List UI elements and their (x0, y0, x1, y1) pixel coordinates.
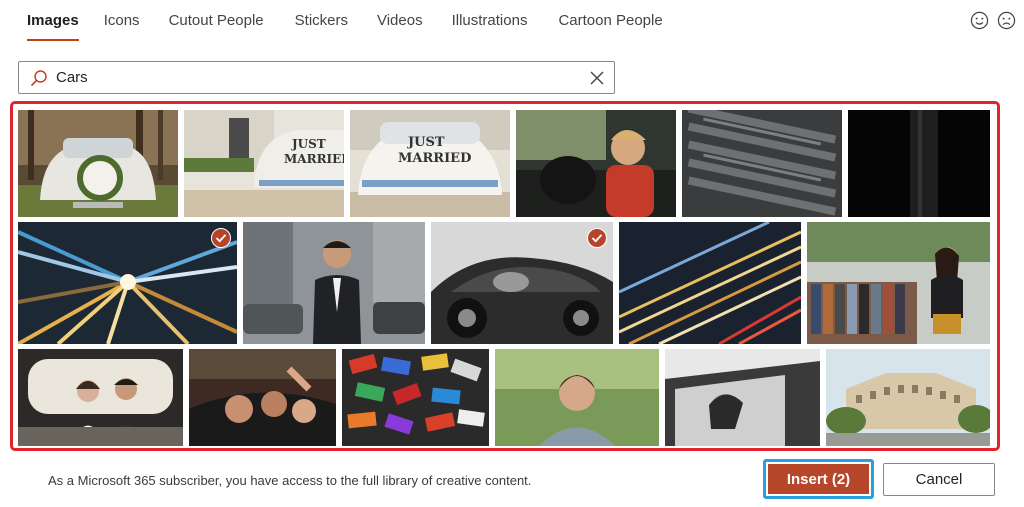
search-box (18, 61, 615, 94)
tab-icons[interactable]: Icons (95, 0, 149, 44)
tab-stickers[interactable]: Stickers (286, 0, 357, 44)
image-wedding-car-front[interactable] (18, 110, 178, 217)
image-people-in-convertible[interactable] (189, 349, 336, 446)
category-tabs: Images Icons Cutout People Stickers Vide… (18, 0, 672, 44)
svg-text:JUST: JUST (407, 135, 445, 150)
image-woman-portrait[interactable] (495, 349, 659, 446)
frown-icon[interactable] (997, 11, 1016, 30)
cancel-button[interactable]: Cancel (883, 463, 995, 496)
image-woman-shopping[interactable] (807, 222, 990, 344)
close-icon[interactable] (589, 70, 605, 86)
subscriber-note: As a Microsoft 365 subscriber, you have … (48, 473, 532, 488)
image-just-married-car-closeup[interactable]: JUST MARRIED (350, 110, 510, 217)
smile-icon[interactable] (970, 11, 989, 30)
insert-focus-ring: Insert (2) (763, 459, 874, 499)
svg-text:MARRIED: MARRIED (284, 152, 344, 166)
checkmark-icon (211, 228, 231, 248)
image-light-speed-tunnel[interactable] (18, 222, 237, 344)
checkmark-icon (587, 228, 607, 248)
image-woman-in-car-window[interactable] (665, 349, 820, 446)
image-vintage-sports-car[interactable] (431, 222, 613, 344)
image-businessman-street[interactable] (243, 222, 425, 344)
tab-videos[interactable]: Videos (368, 0, 432, 44)
search-icon (30, 69, 48, 87)
search-input[interactable] (56, 69, 576, 86)
tab-illustrations[interactable]: Illustrations (443, 0, 537, 44)
tab-images[interactable]: Images (18, 0, 88, 44)
tab-cutout-people[interactable]: Cutout People (160, 0, 273, 44)
image-just-married-car[interactable]: JUST MARRIED (184, 110, 344, 217)
image-aerial-parking-lot[interactable] (682, 110, 842, 217)
svg-text:MARRIED: MARRIED (398, 151, 471, 166)
feedback-buttons (970, 11, 1016, 30)
image-toy-cars-pile[interactable] (342, 349, 489, 446)
image-traffic-light-trails[interactable] (619, 222, 801, 344)
tab-cartoon-people[interactable]: Cartoon People (549, 0, 671, 44)
image-couple-in-car[interactable] (18, 349, 183, 446)
insert-button[interactable]: Insert (2) (768, 464, 869, 494)
image-dark-abstract[interactable] (848, 110, 990, 217)
image-city-building[interactable] (826, 349, 990, 446)
svg-text:JUST: JUST (291, 137, 326, 151)
image-child-and-dog[interactable] (516, 110, 676, 217)
